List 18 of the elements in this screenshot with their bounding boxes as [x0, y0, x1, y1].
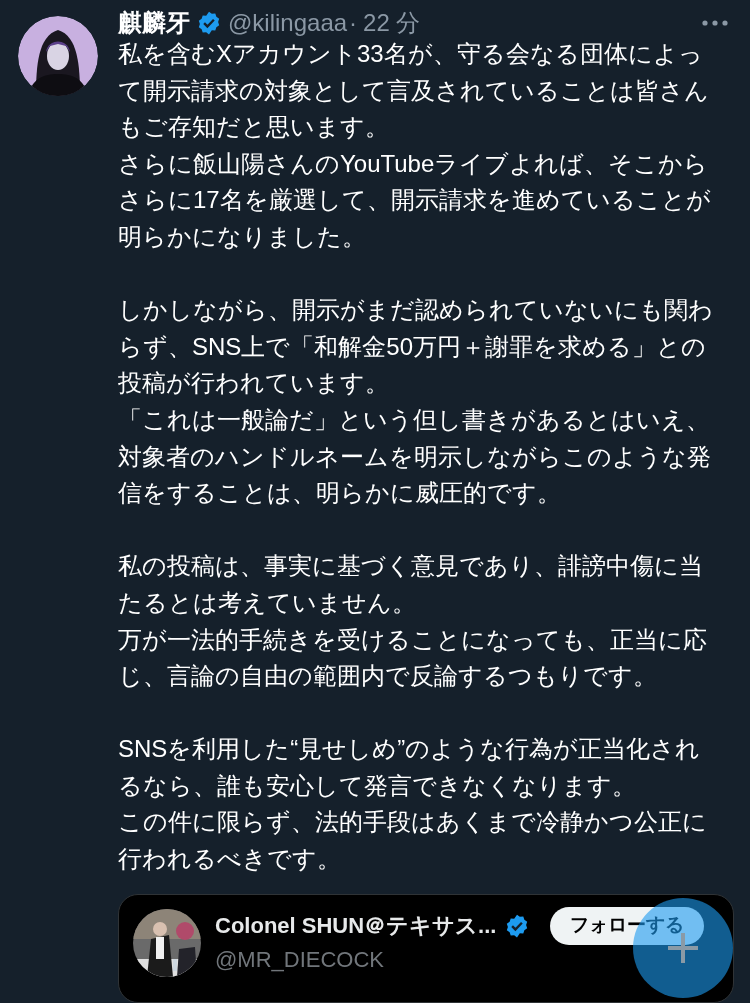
post-text: 「これは一般論だ」という但し書きがあるとはいえ、対象者のハンドルネームを明示しながらこのような発信をすることは、明らかに威圧的です。 [118, 404, 712, 509]
quoted-post-card[interactable]: Colonel SHUN＠テキサス... フォローする @MR_DIECOCK [118, 893, 734, 1003]
post-text: 私を含むXアカウント33名が、守る会なる団体によって開示請求の対象として言及されていることは皆さんもご存知だと思います。 [118, 39, 710, 143]
author-name[interactable]: 麒麟牙 [118, 5, 190, 41]
more-icon[interactable] [702, 20, 728, 26]
post-text: 私の投稿は、事実に基づく意見であり、誹謗中傷に当たるとは考えていません。 [118, 551, 704, 618]
author-handle[interactable]: @kilingaaa [228, 5, 348, 41]
follow-button[interactable]: フォローする [550, 906, 705, 945]
post-text: SNSを利用した“見せしめ”のような行為が正当化されるなら、誰も安心して発言できなくなります。 [118, 734, 702, 801]
quoted-author-handle[interactable]: @MR_DIECOCK [215, 942, 705, 976]
avatar[interactable] [18, 16, 98, 96]
post-text: しかしながら、開示がまだ認められていないにも関わらず、SNS上で「和解金50万円＋謝罪を求める」との投稿が行われています。 [118, 295, 714, 399]
quoted-author-name[interactable]: Colonel SHUN＠テキサス... [215, 909, 497, 943]
post-time: 22 分 [363, 8, 421, 38]
post-text: 万が一法的手続きを受けることになっても、正当に応じ、言論の自由の範囲内で反論するつもりです。 [118, 624, 708, 692]
post-text: さらに飯山陽さんのYouTubeライブよれば、そこからさらに17名を厳選して、開示請求を進めていることが明らかになりました。 [118, 148, 712, 252]
separator: · [349, 8, 358, 38]
post-text: この件に限らず、法的手段はあくまで冷静かつ公正に行われるべきです。 [118, 807, 708, 875]
